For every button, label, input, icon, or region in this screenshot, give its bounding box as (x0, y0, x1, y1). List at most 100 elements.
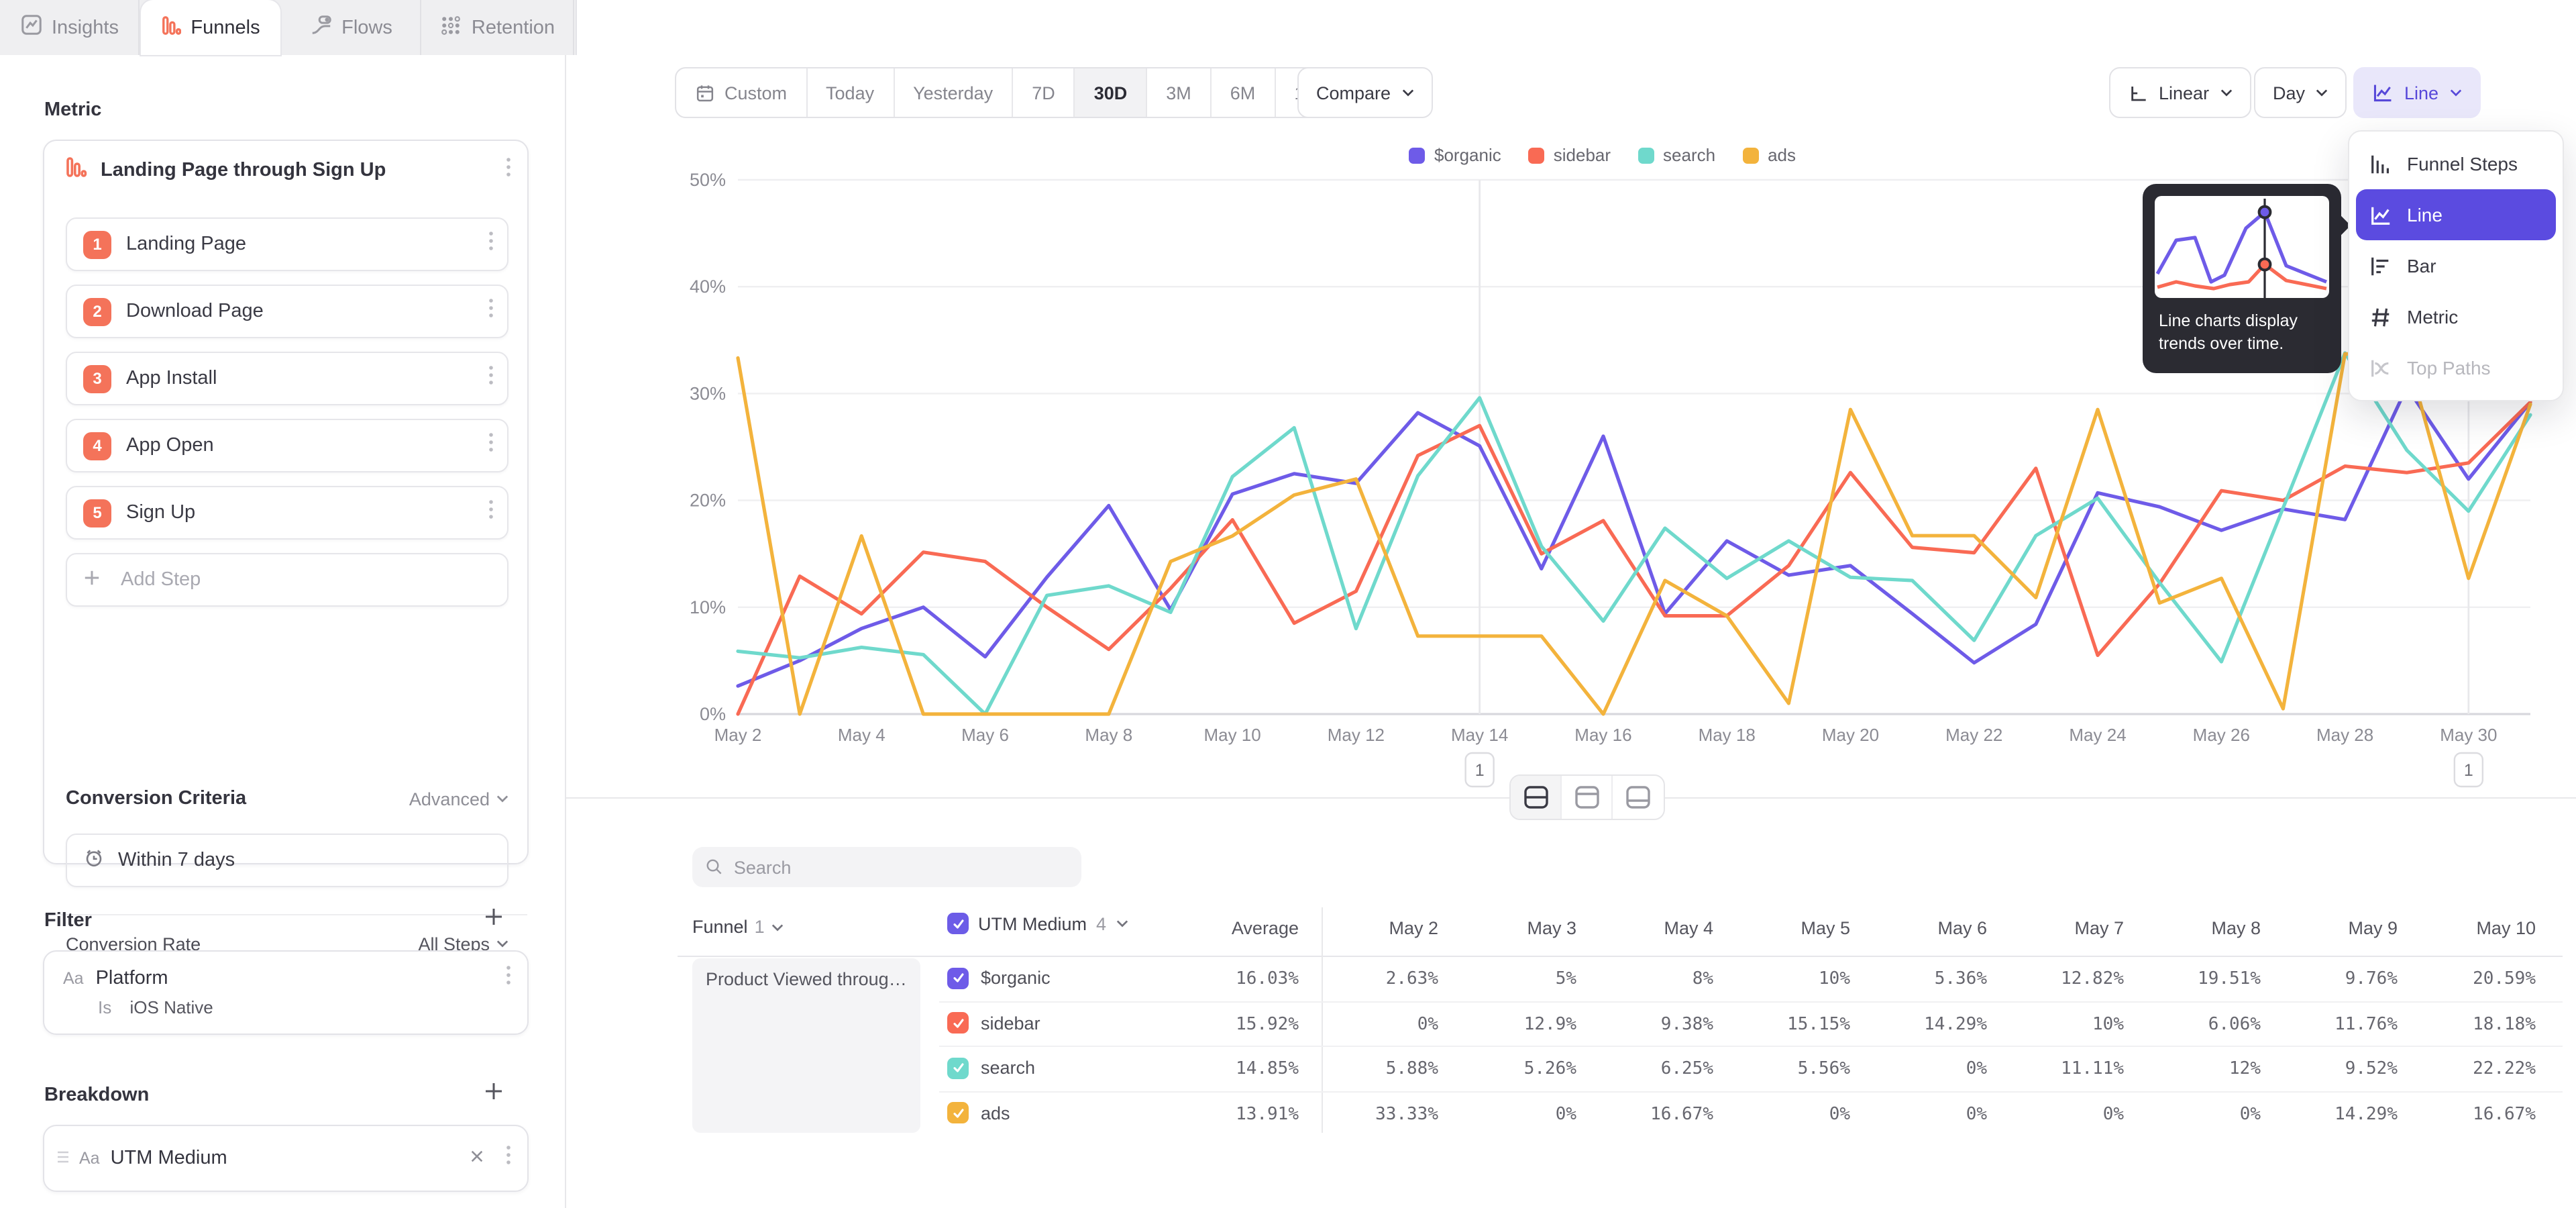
compare-button[interactable]: Compare (1297, 67, 1432, 118)
filter-operator[interactable]: Is (98, 997, 111, 1017)
date-range-3m[interactable]: 3M (1147, 68, 1212, 117)
add-breakdown-button[interactable] (484, 1082, 503, 1107)
table-value-cell: 11.76% (2334, 1014, 2398, 1034)
menu-item-metric[interactable]: Metric (2356, 291, 2556, 342)
split-view-toggle[interactable] (1511, 776, 1562, 819)
tab-flows[interactable]: Flows (282, 0, 421, 55)
kebab-icon[interactable] (488, 298, 494, 325)
annotation-badge[interactable]: 1 (1466, 753, 1494, 787)
tab-insights[interactable]: Insights (0, 0, 140, 55)
remove-breakdown-icon[interactable] (470, 1146, 484, 1170)
funnels-icon (161, 14, 181, 41)
date-range-30d[interactable]: 30D (1075, 68, 1148, 117)
table-search-field[interactable] (692, 847, 1081, 887)
date-range-7d[interactable]: 7D (1013, 68, 1075, 117)
date-range-today[interactable]: Today (807, 68, 894, 117)
y-axis-tick-label: 50% (690, 170, 726, 190)
kebab-icon[interactable] (488, 432, 494, 459)
filter-value[interactable]: iOS Native (130, 997, 213, 1017)
table-column-header[interactable]: May 7 (2074, 918, 2124, 938)
table-column-header[interactable]: May 5 (1801, 918, 1850, 938)
row-checkbox[interactable] (947, 1012, 969, 1034)
table-column-header[interactable]: May 3 (1527, 918, 1576, 938)
drag-handle-icon[interactable] (58, 1146, 68, 1170)
table-value-cell: 10% (1819, 969, 1850, 989)
table-value-cell: 5.26% (1524, 1059, 1576, 1079)
kebab-icon[interactable] (506, 965, 511, 992)
funnel-step-4[interactable]: 4 App Open (66, 419, 508, 472)
search-input[interactable] (734, 857, 1068, 877)
table-column-header[interactable]: May 8 (2211, 918, 2261, 938)
scale-dropdown[interactable]: Linear (2109, 67, 2251, 118)
date-range-custom[interactable]: Custom (676, 68, 807, 117)
breakdown-column-header[interactable]: UTM Medium 4 (947, 913, 1128, 934)
funnel-step-1[interactable]: 1 Landing Page (66, 217, 508, 271)
scale-label: Linear (2159, 83, 2209, 103)
table-row: sidebar (947, 1012, 1040, 1034)
date-range-6m[interactable]: 6M (1212, 68, 1276, 117)
kebab-icon[interactable] (506, 1145, 511, 1172)
chevron-down-icon (2316, 89, 2328, 97)
layout-toggle-group (1509, 774, 1665, 820)
funnel-step-5[interactable]: 5 Sign Up (66, 486, 508, 540)
chevron-down-icon (496, 940, 508, 948)
x-axis-tick-label: May 24 (2069, 725, 2126, 745)
table-column-header[interactable]: Average (1232, 918, 1299, 938)
row-checkbox[interactable] (947, 967, 969, 989)
interval-dropdown[interactable]: Day (2254, 67, 2347, 118)
table-column-header[interactable]: May 6 (1937, 918, 1987, 938)
advanced-dropdown[interactable]: Advanced (409, 789, 508, 809)
kebab-icon[interactable] (488, 499, 494, 526)
add-filter-button[interactable] (484, 907, 503, 933)
table-value-cell: 16.03% (1236, 969, 1299, 989)
funnel-group-label: Product Viewed through P... (706, 969, 907, 989)
menu-item-line[interactable]: Line (2356, 189, 2556, 240)
tab-funnels[interactable]: Funnels (141, 0, 280, 55)
menu-item-top-paths[interactable]: Top Paths (2356, 342, 2556, 393)
funnel-steps-icon (2369, 152, 2392, 175)
filter-property-name[interactable]: Platform (96, 968, 494, 989)
breakdown-section-label: Breakdown (44, 1084, 484, 1105)
annotation-badge[interactable]: 1 (2455, 753, 2483, 787)
menu-item-bar[interactable]: Bar (2356, 240, 2556, 291)
menu-item-funnel-steps[interactable]: Funnel Steps (2356, 138, 2556, 189)
series-line-ads (738, 354, 2530, 714)
funnel-step-2[interactable]: 2 Download Page (66, 285, 508, 338)
funnel-step-3[interactable]: 3 App Install (66, 352, 508, 405)
conversion-window-button[interactable]: Within 7 days (66, 834, 508, 887)
table-column-header[interactable]: May 4 (1664, 918, 1713, 938)
breakdown-property-name[interactable]: UTM Medium (111, 1148, 459, 1169)
table-column-header[interactable]: May 2 (1389, 918, 1438, 938)
kebab-icon[interactable] (506, 157, 511, 184)
funnel-column-header[interactable]: Funnel 1 (692, 917, 784, 937)
breakdown-checkbox[interactable] (947, 913, 969, 934)
bottom-panel-view-toggle[interactable] (1613, 776, 1664, 819)
date-range-yesterday[interactable]: Yesterday (894, 68, 1013, 117)
tab-retention[interactable]: Retention (423, 0, 574, 55)
funnel-group-cell[interactable]: Product Viewed through P... (692, 958, 920, 1133)
menu-item-label: Line (2407, 204, 2443, 225)
bar-chart-icon (2369, 254, 2392, 277)
breakdown-col-count: 4 (1096, 913, 1106, 934)
row-checkbox[interactable] (947, 1102, 969, 1123)
add-step-button[interactable]: Add Step (66, 553, 508, 607)
kebab-icon[interactable] (488, 365, 494, 392)
add-step-label: Add Step (121, 569, 201, 591)
table-value-cell: 16.67% (2473, 1104, 2536, 1124)
chart-type-dropdown[interactable]: Line (2353, 67, 2480, 118)
tab-label: Flows (341, 17, 392, 38)
table-value-cell: 13.91% (1236, 1104, 1299, 1124)
line-chart-tooltip: Line charts display trends over time. (2143, 184, 2341, 373)
chevron-down-icon (1116, 919, 1128, 927)
metric-hash-icon (2369, 305, 2392, 328)
chevron-down-icon (496, 795, 508, 803)
row-checkbox[interactable] (947, 1057, 969, 1078)
table-column-header[interactable]: May 10 (2476, 918, 2536, 938)
row-label: $organic (981, 968, 1051, 988)
table-column-header[interactable]: May 9 (2348, 918, 2398, 938)
linear-scale-icon (2128, 83, 2148, 103)
top-panel-view-toggle[interactable] (1562, 776, 1613, 819)
kebab-icon[interactable] (488, 231, 494, 258)
table-value-cell: 2.63% (1386, 969, 1438, 989)
retention-icon (441, 14, 462, 41)
